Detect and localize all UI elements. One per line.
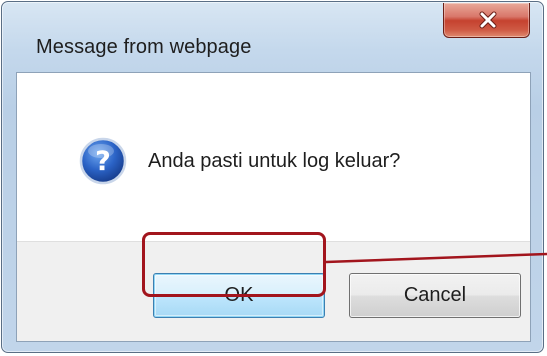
dialog-body: ? Anda pasti untuk log keluar? OK Cancel: [16, 72, 531, 342]
ok-button[interactable]: OK: [153, 273, 325, 318]
cancel-button[interactable]: Cancel: [349, 273, 521, 318]
question-icon: ?: [79, 137, 127, 185]
button-bar: OK Cancel: [17, 241, 530, 341]
dialog-titlebar[interactable]: Message from webpage: [2, 2, 543, 68]
message-dialog: Message from webpage ? Anda pasti untuk …: [1, 1, 544, 353]
svg-text:?: ?: [95, 146, 111, 177]
message-text: Anda pasti untuk log keluar?: [148, 150, 401, 172]
close-button[interactable]: [443, 3, 530, 38]
dialog-title: Message from webpage: [36, 36, 252, 58]
message-area: ? Anda pasti untuk log keluar?: [17, 73, 530, 241]
close-icon: [479, 11, 497, 29]
